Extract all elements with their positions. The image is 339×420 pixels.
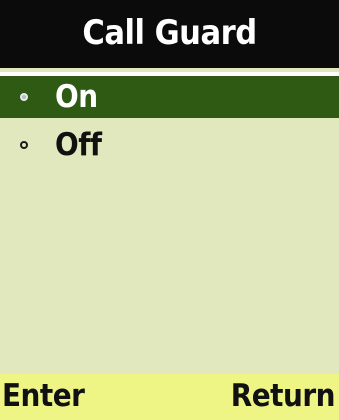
- return-softkey[interactable]: Return: [231, 378, 336, 414]
- softkey-bar: Enter Return: [0, 374, 339, 420]
- option-on[interactable]: On: [0, 72, 339, 118]
- radio-unselected-icon: [20, 141, 28, 149]
- screen-title: Call Guard: [82, 13, 257, 53]
- option-off[interactable]: Off: [0, 122, 339, 168]
- option-off-label: Off: [55, 127, 102, 163]
- radio-selected-icon: [20, 93, 28, 101]
- option-on-label: On: [55, 79, 98, 115]
- options-list: On Off: [0, 68, 339, 374]
- title-bar: Call Guard: [0, 0, 339, 68]
- phone-screen: Call Guard On Off Enter Return: [0, 0, 339, 420]
- enter-softkey[interactable]: Enter: [2, 378, 85, 414]
